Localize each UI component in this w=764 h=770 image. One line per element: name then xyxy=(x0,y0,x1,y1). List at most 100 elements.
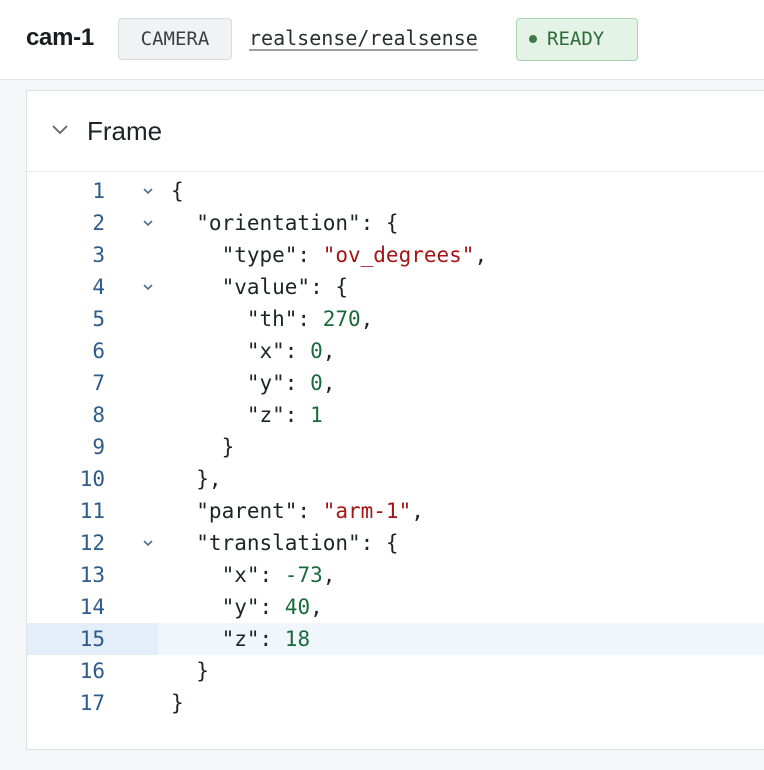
code-line[interactable]: 16 } xyxy=(27,655,764,687)
line-number: 6 xyxy=(92,339,105,363)
line-number: 7 xyxy=(92,371,105,395)
line-number: 10 xyxy=(79,467,105,491)
line-number: 17 xyxy=(79,691,105,715)
code-line[interactable]: 13 "x": -73, xyxy=(27,559,764,591)
code-token: , xyxy=(322,339,336,363)
code-token: "th": xyxy=(171,307,323,331)
code-text: "x": -73, xyxy=(171,559,336,591)
code-text: "y": 40, xyxy=(171,591,323,623)
code-line[interactable]: 14 "y": 40, xyxy=(27,591,764,623)
number-token: 1 xyxy=(310,403,323,427)
code-text: { xyxy=(171,175,184,207)
code-token: "z": xyxy=(171,627,285,651)
fold-chevron-icon[interactable] xyxy=(142,538,154,548)
chevron-down-icon[interactable] xyxy=(51,123,69,137)
line-number: 12 xyxy=(79,531,105,555)
code-line[interactable]: 2 "orientation": { xyxy=(27,207,764,239)
number-token: 18 xyxy=(284,627,311,651)
line-number: 14 xyxy=(79,595,105,619)
code-line[interactable]: 11 "parent": "arm-1", xyxy=(27,495,764,527)
string-token: "ov_degrees" xyxy=(322,243,475,267)
code-line[interactable]: 8 "z": 1 xyxy=(27,399,764,431)
code-text: "value": { xyxy=(171,271,348,303)
line-number: 5 xyxy=(92,307,105,331)
code-token: } xyxy=(171,659,209,683)
string-token: "arm-1" xyxy=(322,499,412,523)
code-token: "x": xyxy=(171,339,311,363)
json-editor[interactable]: 1{2 "orientation": {3 "type": "ov_degree… xyxy=(27,175,764,745)
resource-title: cam-1 xyxy=(26,24,94,51)
line-number: 1 xyxy=(92,179,105,203)
code-text: } xyxy=(171,655,209,687)
code-token: , xyxy=(474,243,488,267)
line-number: 16 xyxy=(79,659,105,683)
code-token: "type": xyxy=(171,243,323,267)
code-text: }, xyxy=(171,463,222,495)
code-line[interactable]: 9 } xyxy=(27,431,764,463)
code-token: { xyxy=(171,179,184,203)
code-text: "z": 18 xyxy=(171,623,311,655)
code-line[interactable]: 17} xyxy=(27,687,764,719)
code-token: , xyxy=(310,595,323,619)
code-text: "orientation": { xyxy=(171,207,399,239)
panel-title: Frame xyxy=(87,116,163,146)
code-token: } xyxy=(171,691,184,715)
code-text: "z": 1 xyxy=(171,399,323,431)
line-number: 3 xyxy=(92,243,105,267)
code-token: , xyxy=(322,563,336,587)
code-token: , xyxy=(322,371,336,395)
fold-chevron-icon[interactable] xyxy=(142,218,154,228)
code-line[interactable]: 1{ xyxy=(27,175,764,207)
code-text: "th": 270, xyxy=(171,303,373,335)
fold-chevron-icon[interactable] xyxy=(142,282,154,292)
fold-chevron-icon[interactable] xyxy=(142,186,154,196)
line-number: 4 xyxy=(92,275,105,299)
code-text: "type": "ov_degrees", xyxy=(171,239,488,271)
resource-header: cam-1 CAMERA realsense/realsense READY xyxy=(0,0,764,80)
code-line[interactable]: 3 "type": "ov_degrees", xyxy=(27,239,764,271)
code-line[interactable]: 7 "y": 0, xyxy=(27,367,764,399)
line-number: 8 xyxy=(92,403,105,427)
code-token: "x": xyxy=(171,563,285,587)
code-token: } xyxy=(171,435,235,459)
line-number: 2 xyxy=(92,211,105,235)
frame-panel: Frame 1{2 "orientation": {3 "type": "ov_… xyxy=(26,90,764,750)
code-text: "x": 0, xyxy=(171,335,336,367)
code-token: "orientation": { xyxy=(171,211,399,235)
status-label: READY xyxy=(547,28,605,50)
code-line[interactable]: 6 "x": 0, xyxy=(27,335,764,367)
code-line[interactable]: 15 "z": 18 xyxy=(27,623,764,655)
model-link[interactable]: realsense/realsense xyxy=(249,26,478,50)
code-text: } xyxy=(171,687,184,719)
code-token: "parent": xyxy=(171,499,323,523)
line-number: 15 xyxy=(79,627,105,651)
line-number: 11 xyxy=(79,499,105,523)
code-text: "translation": { xyxy=(171,527,399,559)
code-text: "parent": "arm-1", xyxy=(171,495,424,527)
code-line[interactable]: 12 "translation": { xyxy=(27,527,764,559)
number-token: -73 xyxy=(284,563,323,587)
code-token: "y": xyxy=(171,371,311,395)
line-number: 9 xyxy=(92,435,105,459)
code-line[interactable]: 4 "value": { xyxy=(27,271,764,303)
line-number: 13 xyxy=(79,563,105,587)
code-token: "y": xyxy=(171,595,285,619)
code-text: "y": 0, xyxy=(171,367,336,399)
code-token: }, xyxy=(171,467,222,491)
number-token: 0 xyxy=(310,371,323,395)
code-token: "translation": { xyxy=(171,531,399,555)
code-token: , xyxy=(411,499,424,523)
code-line[interactable]: 10 }, xyxy=(27,463,764,495)
number-token: 40 xyxy=(284,595,311,619)
number-token: 0 xyxy=(310,339,323,363)
code-text: } xyxy=(171,431,235,463)
number-token: 270 xyxy=(322,307,361,331)
code-token: "value": { xyxy=(171,275,349,299)
status-dot-icon xyxy=(529,35,537,43)
frame-panel-header[interactable]: Frame xyxy=(27,91,764,172)
code-token: "z": xyxy=(171,403,311,427)
code-line[interactable]: 5 "th": 270, xyxy=(27,303,764,335)
status-badge: READY xyxy=(516,18,638,61)
type-badge: CAMERA xyxy=(118,18,232,60)
code-token: , xyxy=(360,307,374,331)
